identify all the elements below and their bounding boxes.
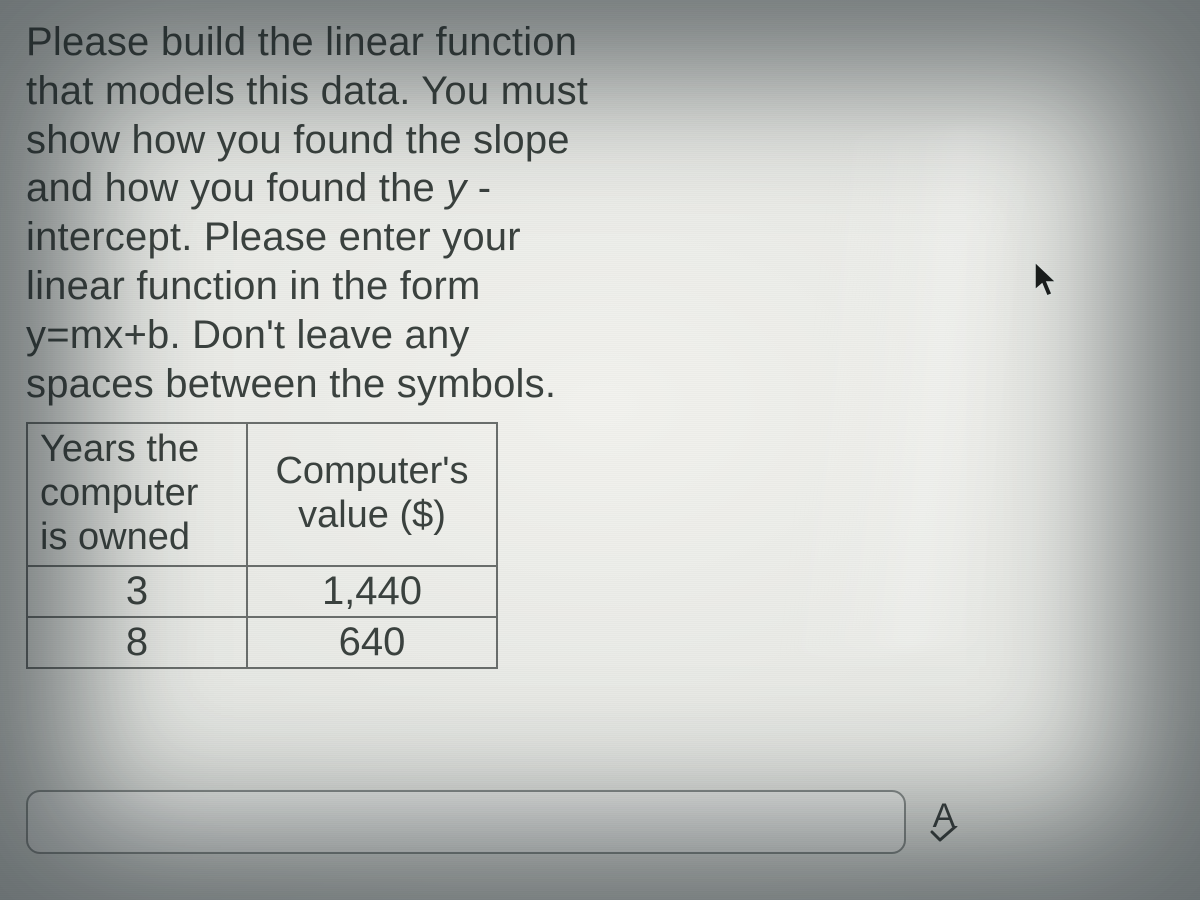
cell-years: 8 xyxy=(27,617,247,668)
table-header-value: Computer's value ($) xyxy=(247,423,497,566)
table-header-years: Years the computer is owned xyxy=(27,423,247,566)
table-row: 8 640 xyxy=(27,617,497,668)
cell-years: 3 xyxy=(27,566,247,617)
cell-value: 1,440 xyxy=(247,566,497,617)
table-row: 3 1,440 xyxy=(27,566,497,617)
data-table: Years the computer is owned Computer's v… xyxy=(26,422,498,669)
variable-y: y xyxy=(446,166,466,210)
question-line: show how you found the slope xyxy=(26,118,570,162)
question-line: linear function in the form xyxy=(26,264,481,308)
table-header-row: Years the computer is owned Computer's v… xyxy=(27,423,497,566)
question-line: y=mx+b. Don't leave any xyxy=(26,313,470,357)
question-block: Please build the linear function that mo… xyxy=(26,18,726,669)
mouse-cursor-icon xyxy=(1032,260,1060,300)
cell-value: 640 xyxy=(247,617,497,668)
question-line: intercept. Please enter your xyxy=(26,215,521,259)
question-line: that models this data. You must xyxy=(26,69,588,113)
question-text: Please build the linear function that mo… xyxy=(26,18,726,408)
spellcheck-toggle[interactable]: A xyxy=(930,802,958,843)
spellcheck-label: A xyxy=(933,802,956,831)
question-line: and how you found the xyxy=(26,166,446,210)
answer-input[interactable] xyxy=(26,790,906,854)
question-line: - xyxy=(466,166,491,210)
question-line: spaces between the symbols. xyxy=(26,362,556,406)
question-line: Please build the linear function xyxy=(26,20,577,64)
answer-area: A xyxy=(26,790,958,854)
